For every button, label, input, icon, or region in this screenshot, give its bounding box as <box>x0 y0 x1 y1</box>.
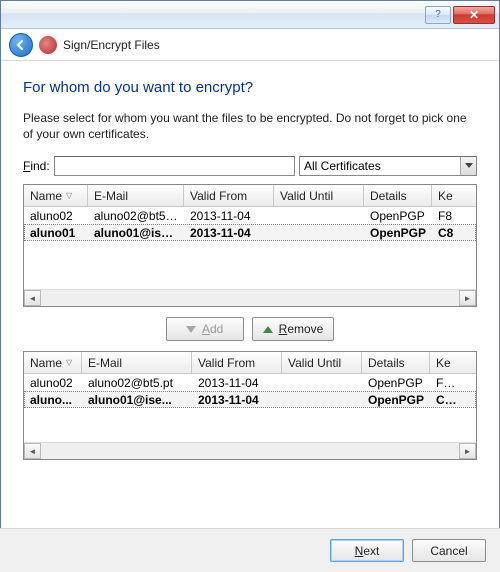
triangle-down-icon <box>186 326 196 333</box>
col-email[interactable]: E-Mail <box>82 352 192 373</box>
cancel-button[interactable]: Cancel <box>412 539 486 562</box>
horizontal-scrollbar[interactable]: ◄ ► <box>24 289 476 306</box>
table-body: aluno02 aluno02@bt5.pt 2013-11-04 OpenPG… <box>24 207 476 289</box>
col-valid-from[interactable]: Valid From <box>184 185 274 206</box>
table-header: Name ▽ E-Mail Valid From Valid Until Det… <box>24 352 476 374</box>
triangle-up-icon <box>263 326 273 333</box>
filter-combo-value: All Certificates <box>304 159 381 173</box>
scroll-right-button[interactable]: ► <box>459 443 476 459</box>
footer-bar: Next Cancel <box>0 528 500 572</box>
close-icon: ✕ <box>469 8 479 22</box>
col-email[interactable]: E-Mail <box>88 185 184 206</box>
col-key[interactable]: Ke <box>432 185 468 206</box>
col-valid-until[interactable]: Valid Until <box>274 185 364 206</box>
chevron-down-icon <box>460 157 476 175</box>
col-details[interactable]: Details <box>362 352 430 373</box>
col-valid-until[interactable]: Valid Until <box>282 352 362 373</box>
help-button[interactable]: ? <box>425 6 451 24</box>
col-details[interactable]: Details <box>364 185 432 206</box>
find-label: Find: <box>23 159 50 173</box>
scroll-left-button[interactable]: ◄ <box>24 290 41 306</box>
app-icon <box>39 36 57 54</box>
add-button[interactable]: Add <box>166 317 244 341</box>
close-button[interactable]: ✕ <box>453 6 495 24</box>
back-button[interactable] <box>9 33 33 57</box>
horizontal-scrollbar[interactable]: ◄ ► <box>24 442 476 459</box>
scroll-track[interactable] <box>41 290 459 306</box>
table-row[interactable]: aluno02 aluno02@bt5.pt 2013-11-04 OpenPG… <box>24 207 476 224</box>
page-description: Please select for whom you want the file… <box>23 110 477 142</box>
back-arrow-icon <box>15 39 27 51</box>
table-row[interactable]: aluno02 aluno02@bt5.pt 2013-11-04 OpenPG… <box>24 374 476 391</box>
scroll-track[interactable] <box>41 443 459 459</box>
nav-title: Sign/Encrypt Files <box>63 38 160 52</box>
remove-button[interactable]: Remove <box>252 317 335 341</box>
help-icon: ? <box>435 9 441 20</box>
table-row[interactable]: aluno... aluno01@ise... 2013-11-04 OpenP… <box>24 391 476 408</box>
add-remove-row: Add Remove <box>23 317 477 341</box>
table-row[interactable]: aluno01 aluno01@isegi.pt 2013-11-04 Open… <box>24 224 476 241</box>
table-body: aluno02 aluno02@bt5.pt 2013-11-04 OpenPG… <box>24 374 476 442</box>
selected-certificates-table: Name ▽ E-Mail Valid From Valid Until Det… <box>23 351 477 460</box>
content-area: For whom do you want to encrypt? Please … <box>1 61 499 470</box>
sort-indicator-icon: ▽ <box>66 358 72 367</box>
find-row: Find: All Certificates <box>23 156 477 176</box>
scroll-right-button[interactable]: ► <box>459 290 476 306</box>
col-valid-from[interactable]: Valid From <box>192 352 282 373</box>
nav-bar: Sign/Encrypt Files <box>1 29 499 61</box>
col-key[interactable]: Ke <box>430 352 466 373</box>
sort-indicator-icon: ▽ <box>66 191 72 200</box>
available-certificates-table: Name ▽ E-Mail Valid From Valid Until Det… <box>23 184 477 307</box>
col-name[interactable]: Name ▽ <box>24 185 88 206</box>
next-button[interactable]: Next <box>330 539 404 562</box>
scroll-left-button[interactable]: ◄ <box>24 443 41 459</box>
find-input[interactable] <box>54 156 295 176</box>
title-bar: ? ✕ <box>1 1 499 29</box>
page-heading: For whom do you want to encrypt? <box>23 79 477 96</box>
filter-combo[interactable]: All Certificates <box>299 156 477 176</box>
table-header: Name ▽ E-Mail Valid From Valid Until Det… <box>24 185 476 207</box>
col-name[interactable]: Name ▽ <box>24 352 82 373</box>
